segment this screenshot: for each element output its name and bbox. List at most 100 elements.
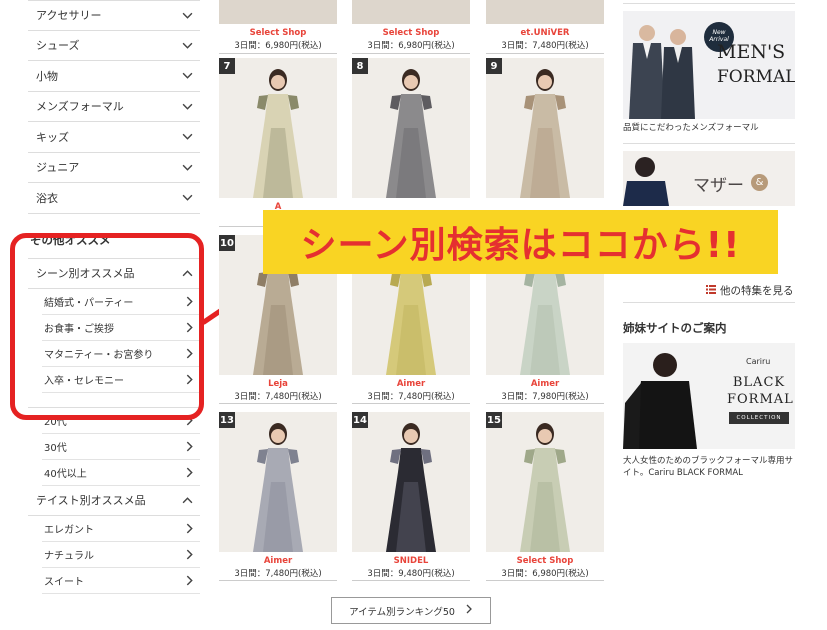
product-brand[interactable]: et.UNiVER [486,28,604,39]
dress-figure [486,58,604,198]
sidebar-category-item[interactable]: ジュニア [28,153,200,183]
mens-formal-banner[interactable]: New Arrival MEN'S FORMAL [623,11,795,119]
cariru-line3: COLLECTION [729,412,789,424]
product-brand[interactable]: Select Shop [352,28,470,39]
product-image[interactable]: 13 [219,412,337,552]
dress-figure [486,412,604,552]
chevron-up-icon [180,493,194,507]
mother-dress-banner[interactable]: マザー & [623,151,795,206]
cariru-logo: Cariru [746,357,771,366]
sidebar-category-item[interactable]: アクセサリー [28,0,200,31]
taste-item-label: エレガント [44,524,94,536]
cariru-banner[interactable]: Cariru BLACK FORMAL COLLECTION [623,343,795,449]
age-item[interactable]: 40代以上 [42,460,200,486]
sidebar-category-item[interactable]: シューズ [28,31,200,61]
product-card[interactable]: 15 Select Shop 3日間：6,980円(税込) [486,412,604,579]
product-price: 3日間：9,480円(税込) [367,569,455,579]
product-price: 3日間：7,480円(税込) [234,392,322,402]
age-item-label: 30代 [44,442,67,454]
product-card[interactable]: 9 [486,58,604,224]
item-ranking-button[interactable]: アイテム別ランキング50 [331,597,491,624]
product-price: 3日間：6,980円(税込) [367,41,455,51]
divider [486,403,604,404]
product-card[interactable]: Select Shop 3日間：6,980円(税込) [219,0,337,51]
product-price: 3日間：7,480円(税込) [367,392,455,402]
category-list: アクセサリーシューズ小物メンズフォーマルキッズジュニア浴衣 [28,0,200,214]
product-price: 3日間：6,980円(税込) [501,569,589,579]
mother-banner-amp: & [751,174,768,191]
product-image[interactable]: 7 [219,58,337,198]
product-card[interactable]: 7A3日 [219,58,337,225]
sidebar-category-item-label: キッズ [36,130,69,144]
product-card[interactable]: Select Shop 3日間：6,980円(税込) [352,0,470,51]
dress-figure [219,412,337,552]
divider [352,403,470,404]
taste-item[interactable]: ナチュラル [42,542,200,568]
divider [623,3,795,4]
rank-badge: 10 [219,235,235,251]
divider [352,53,470,54]
rank-badge: 7 [219,58,235,74]
chevron-down-icon [180,130,194,144]
sidebar-category-item-label: 小物 [36,69,58,83]
chevron-down-icon [180,8,194,22]
product-image [219,0,337,24]
sidebar-category-item[interactable]: 小物 [28,61,200,92]
product-brand[interactable]: Aimer [486,379,604,390]
sidebar-category-item-label: アクセサリー [36,9,102,23]
chevron-down-icon [180,160,194,174]
more-features-label: 他の特集を見る [720,285,794,297]
chevron-down-icon [180,38,194,52]
mens-banner-line1: MEN'S [717,41,786,63]
sister-site-title: 姉妹サイトのご案内 [623,321,727,335]
product-brand[interactable]: Aimer [352,379,470,390]
taste-list: エレガントナチュラルスイート [28,516,200,594]
product-card[interactable]: et.UNiVER 3日間：7,480円(税込) [486,0,604,51]
divider [219,403,337,404]
product-brand[interactable]: Select Shop [486,556,604,567]
chevron-down-icon [180,191,194,205]
sidebar-category-item[interactable]: メンズフォーマル [28,92,200,122]
product-card[interactable]: 8 [352,58,470,224]
chevron-right-icon [182,521,196,535]
sidebar-category-item[interactable]: キッズ [28,122,200,153]
age-item[interactable]: 30代 [42,434,200,460]
product-card[interactable]: 13 Aimer 3日間：7,480円(税込) [219,412,337,579]
sidebar-category-item-label: 浴衣 [36,191,58,205]
chevron-right-icon [182,439,196,453]
chevron-right-icon [182,465,196,479]
taste-item[interactable]: スイート [42,568,200,594]
item-ranking-label: アイテム別ランキング50 [349,606,455,618]
divider [486,580,604,581]
taste-item-label: スイート [44,576,84,588]
chevron-right-icon [465,604,473,617]
divider [623,302,795,303]
product-image[interactable]: 15 [486,412,604,552]
rank-badge: 15 [486,412,502,428]
product-image[interactable]: 8 [352,58,470,198]
product-price: 3日間：6,980円(税込) [234,41,322,51]
mens-banner-line2: FORMAL [717,67,795,87]
product-image [352,0,470,24]
mother-banner-line1: マザー [693,176,744,196]
product-card[interactable]: 14 SNIDEL 3日間：9,480円(税込) [352,412,470,579]
more-features-link[interactable]: 他の特集を見る [706,283,794,298]
product-brand[interactable]: Aimer [219,556,337,567]
product-image[interactable]: 14 [352,412,470,552]
sidebar-category-item-label: ジュニア [36,161,80,175]
sidebar-category-item[interactable]: 浴衣 [28,183,200,214]
taste-item[interactable]: エレガント [42,516,200,542]
rank-badge: 9 [486,58,502,74]
cariru-line2: FORMAL [727,392,794,407]
product-brand[interactable]: Leja [219,379,337,390]
product-brand[interactable]: SNIDEL [352,556,470,567]
product-brand[interactable]: Select Shop [219,28,337,39]
chevron-down-icon [180,69,194,83]
taste-recommend-toggle[interactable]: テイスト別オススメ品 [28,486,200,516]
product-image[interactable]: 9 [486,58,604,198]
dress-figure [352,412,470,552]
taste-item-label: ナチュラル [44,550,94,562]
taste-recommend-label: テイスト別オススメ品 [36,494,146,507]
divider [352,580,470,581]
product-image [486,0,604,24]
